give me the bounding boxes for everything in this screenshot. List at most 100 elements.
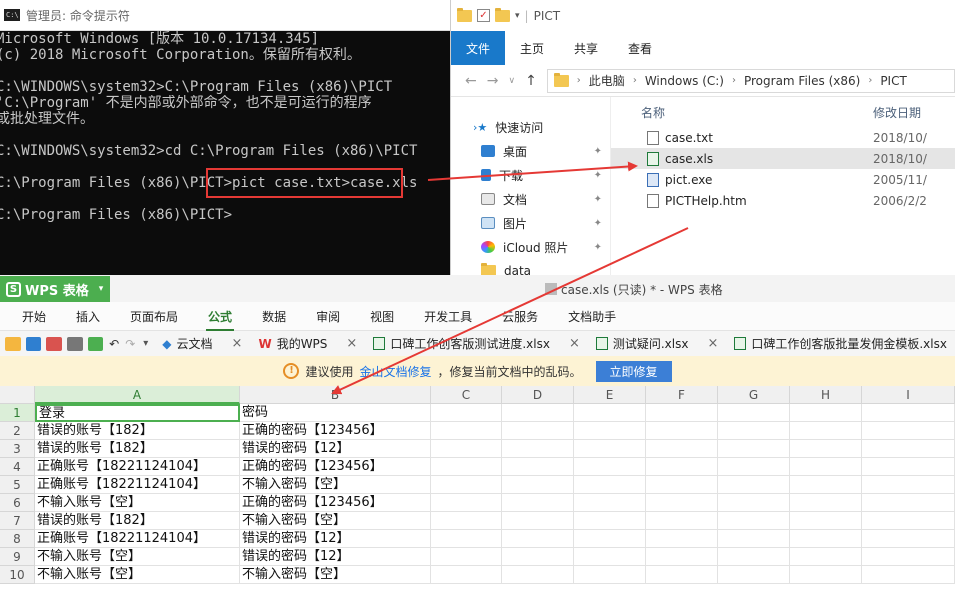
column-date[interactable]: 修改日期 bbox=[873, 104, 921, 121]
breadcrumb-pict[interactable]: PICT bbox=[880, 74, 906, 88]
table-cell[interactable]: 错误的账号【182】 bbox=[35, 512, 240, 530]
table-cell[interactable] bbox=[718, 548, 790, 566]
table-cell[interactable] bbox=[431, 422, 502, 440]
file-explorer-window[interactable]: ✓ ▾ | PICT 文件 主页 共享 查看 ← → ∨ ↑ › 此电脑 › W… bbox=[450, 0, 955, 278]
table-cell[interactable] bbox=[431, 566, 502, 584]
table-cell[interactable] bbox=[502, 404, 574, 422]
column-name[interactable]: 名称 bbox=[611, 104, 873, 121]
table-cell[interactable] bbox=[502, 512, 574, 530]
save-icon[interactable] bbox=[25, 336, 42, 351]
table-cell[interactable] bbox=[862, 530, 955, 548]
table-cell[interactable] bbox=[502, 476, 574, 494]
table-cell[interactable] bbox=[646, 458, 718, 476]
menu-insert[interactable]: 插入 bbox=[76, 308, 100, 325]
table-cell[interactable]: 错误的密码【12】 bbox=[240, 530, 431, 548]
table-cell[interactable] bbox=[574, 530, 646, 548]
row-header[interactable]: 9 bbox=[0, 548, 35, 566]
table-cell[interactable] bbox=[431, 458, 502, 476]
tab-doc-questions[interactable]: 测试疑问.xlsx × bbox=[588, 331, 727, 357]
table-cell[interactable] bbox=[862, 566, 955, 584]
table-cell[interactable] bbox=[790, 530, 862, 548]
close-icon[interactable]: × bbox=[569, 336, 580, 351]
table-cell[interactable] bbox=[646, 440, 718, 458]
table-cell[interactable]: 密码 bbox=[240, 404, 431, 422]
nav-item-pictures[interactable]: 图片 ✦ bbox=[451, 211, 610, 235]
column-header-d[interactable]: D bbox=[502, 386, 574, 404]
more-icon[interactable]: ▾ bbox=[143, 338, 148, 349]
command-prompt-window[interactable]: C:\ 管理员: 命令提示符 Microsoft Windows [版本 10.… bbox=[0, 0, 450, 275]
table-cell[interactable] bbox=[790, 440, 862, 458]
table-cell[interactable] bbox=[502, 440, 574, 458]
table-cell[interactable] bbox=[646, 404, 718, 422]
table-cell[interactable] bbox=[574, 494, 646, 512]
breadcrumb-program-files[interactable]: Program Files (x86) bbox=[744, 74, 860, 88]
print-preview-icon[interactable] bbox=[87, 336, 104, 351]
select-all-corner[interactable] bbox=[0, 386, 35, 404]
new-folder-icon[interactable] bbox=[495, 7, 510, 22]
menu-data[interactable]: 数据 bbox=[262, 308, 286, 325]
open-icon[interactable] bbox=[5, 336, 21, 351]
breadcrumb-drive[interactable]: Windows (C:) bbox=[645, 74, 724, 88]
table-cell[interactable]: 正确账号【18221124104】 bbox=[35, 530, 240, 548]
column-header-g[interactable]: G bbox=[718, 386, 790, 404]
table-cell[interactable]: 正确的密码【123456】 bbox=[240, 422, 431, 440]
table-cell[interactable] bbox=[431, 512, 502, 530]
row-header[interactable]: 5 bbox=[0, 476, 35, 494]
table-cell[interactable] bbox=[862, 476, 955, 494]
table-cell[interactable] bbox=[790, 476, 862, 494]
table-cell[interactable]: 正确的密码【123456】 bbox=[240, 494, 431, 512]
column-header-b[interactable]: B bbox=[240, 386, 431, 404]
redo-icon[interactable]: ↷ bbox=[125, 337, 135, 351]
table-cell[interactable] bbox=[574, 476, 646, 494]
table-cell[interactable]: 正确账号【18221124104】 bbox=[35, 458, 240, 476]
table-cell[interactable] bbox=[431, 404, 502, 422]
wps-spreadsheet-window[interactable]: S WPS 表格 ▾ case.xls (只读) * - WPS 表格 开始 插… bbox=[0, 275, 955, 595]
table-cell[interactable] bbox=[790, 512, 862, 530]
menu-cloud[interactable]: 云服务 bbox=[502, 308, 538, 325]
column-header-a[interactable]: A bbox=[35, 386, 240, 404]
repair-link[interactable]: 金山文档修复 bbox=[359, 363, 431, 380]
table-cell[interactable] bbox=[718, 512, 790, 530]
table-cell[interactable] bbox=[502, 566, 574, 584]
row-header[interactable]: 1 bbox=[0, 404, 35, 422]
nav-item-icloud-photos[interactable]: iCloud 照片 ✦ bbox=[451, 235, 610, 259]
table-cell[interactable] bbox=[502, 422, 574, 440]
close-icon[interactable]: × bbox=[707, 336, 718, 351]
ribbon-tab-share[interactable]: 共享 bbox=[559, 31, 613, 65]
table-cell[interactable] bbox=[646, 566, 718, 584]
table-cell[interactable] bbox=[574, 566, 646, 584]
menu-review[interactable]: 审阅 bbox=[316, 308, 340, 325]
nav-quick-access[interactable]: ›★ 快速访问 bbox=[451, 115, 610, 139]
row-header[interactable]: 10 bbox=[0, 566, 35, 584]
properties-icon[interactable]: ✓ bbox=[477, 9, 490, 22]
table-cell[interactable] bbox=[431, 476, 502, 494]
tab-doc-progress[interactable]: 口碑工作创客版测试进度.xlsx × bbox=[365, 331, 588, 357]
forward-arrow-icon[interactable]: → bbox=[487, 73, 499, 89]
table-cell[interactable] bbox=[502, 458, 574, 476]
menu-page-layout[interactable]: 页面布局 bbox=[130, 308, 178, 325]
table-cell[interactable] bbox=[790, 458, 862, 476]
menu-formula[interactable]: 公式 bbox=[206, 308, 235, 331]
dropdown-icon[interactable]: ▾ bbox=[515, 11, 520, 21]
export-pdf-icon[interactable] bbox=[46, 336, 62, 351]
table-cell[interactable] bbox=[718, 458, 790, 476]
table-cell[interactable] bbox=[862, 404, 955, 422]
menu-view[interactable]: 视图 bbox=[370, 308, 394, 325]
table-cell[interactable]: 错误的密码【12】 bbox=[240, 548, 431, 566]
breadcrumb[interactable]: › 此电脑 › Windows (C:) › Program Files (x8… bbox=[546, 68, 955, 93]
wps-app-menu[interactable]: S WPS 表格 ▾ bbox=[0, 276, 110, 302]
breadcrumb-this-pc[interactable]: 此电脑 bbox=[589, 72, 625, 89]
table-cell[interactable] bbox=[574, 458, 646, 476]
table-cell[interactable] bbox=[431, 440, 502, 458]
undo-icon[interactable]: ↶ bbox=[109, 337, 119, 351]
close-icon[interactable]: × bbox=[232, 336, 243, 351]
row-header[interactable]: 6 bbox=[0, 494, 35, 512]
table-cell[interactable] bbox=[431, 530, 502, 548]
table-cell[interactable] bbox=[718, 494, 790, 512]
up-arrow-icon[interactable]: ↑ bbox=[525, 73, 537, 89]
table-cell[interactable] bbox=[574, 440, 646, 458]
table-cell[interactable] bbox=[574, 548, 646, 566]
table-cell[interactable]: 错误的账号【182】 bbox=[35, 440, 240, 458]
column-header-e[interactable]: E bbox=[574, 386, 646, 404]
column-header-c[interactable]: C bbox=[431, 386, 502, 404]
